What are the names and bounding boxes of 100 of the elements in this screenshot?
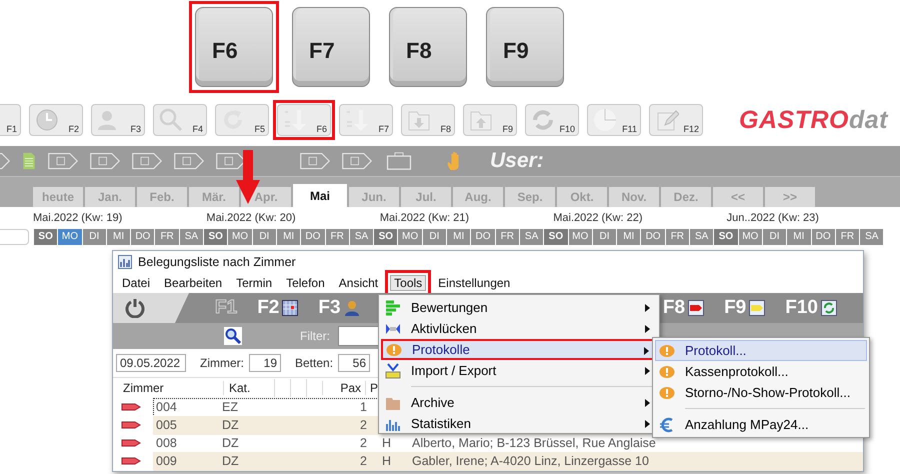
function-key-button[interactable]: F9 [724, 297, 766, 319]
tag-icon[interactable] [90, 152, 120, 170]
menu-item[interactable]: Protokoll... [655, 340, 867, 361]
month-tab[interactable]: Aug. [453, 187, 503, 207]
date-field[interactable]: 09.05.2022 [116, 354, 186, 372]
month-tab[interactable]: heute [33, 187, 83, 207]
toolbar-button[interactable]: F10 [521, 100, 583, 140]
day-header[interactable]: DO [812, 229, 835, 245]
month-tab[interactable]: Nov. [609, 187, 659, 207]
day-header[interactable]: SO [374, 229, 398, 245]
month-tab[interactable]: Jan. [85, 187, 135, 207]
menu-item[interactable]: Datei [115, 272, 158, 294]
toolbar-button[interactable]: F3 [87, 100, 149, 140]
day-header[interactable]: MI [106, 229, 130, 245]
day-header[interactable]: MO [228, 229, 252, 245]
toolbar-button[interactable]: F4 [149, 100, 211, 140]
week-label: Jun..2022 (Kw: 23) [726, 212, 820, 224]
month-tab[interactable]: Sep. [505, 187, 555, 207]
function-key-button[interactable]: F8 [662, 297, 704, 319]
month-tab[interactable]: Jun. [349, 187, 399, 207]
day-header[interactable]: DI [82, 229, 106, 245]
day-header[interactable]: SO [544, 229, 568, 245]
day-header[interactable]: FR [326, 229, 349, 245]
day-header[interactable]: FR [666, 229, 690, 245]
day-header[interactable]: DO [471, 229, 495, 245]
tag-icon[interactable] [216, 152, 246, 170]
menu-item[interactable]: Ansicht [332, 272, 386, 294]
toolbar-button[interactable]: F12 [645, 100, 707, 140]
toolbar-button[interactable]: F2 [25, 100, 87, 140]
day-header[interactable]: SA [180, 229, 204, 245]
toolbar-button[interactable]: F6 [273, 100, 335, 140]
month-tab[interactable]: Okt. [557, 187, 607, 207]
month-tab[interactable]: Mär. [189, 187, 239, 207]
search-icon[interactable] [224, 327, 242, 345]
tag-icon[interactable] [132, 152, 162, 170]
toolbar-button[interactable]: F8 [397, 100, 459, 140]
day-header[interactable]: SO [204, 229, 228, 245]
menu-item[interactable]: Aktivlücken [381, 318, 657, 339]
day-header[interactable]: SA [350, 229, 374, 245]
toolbar-button[interactable]: F9 [459, 100, 521, 140]
day-header[interactable]: MO [738, 229, 762, 245]
toolbar-button[interactable]: F5 [211, 100, 273, 140]
menu-item[interactable]: Einstellungen [431, 272, 518, 294]
day-header[interactable]: DO [301, 229, 325, 245]
day-header[interactable]: MO [58, 229, 82, 245]
document-icon[interactable] [22, 152, 36, 170]
menu-item[interactable]: Termin [229, 272, 280, 294]
day-header[interactable]: MI [447, 229, 470, 245]
table-cell-text: 004 [155, 400, 178, 414]
day-header[interactable]: MI [787, 229, 810, 245]
month-tab[interactable]: Feb. [137, 187, 187, 207]
column-header[interactable]: Pax [322, 381, 365, 395]
tag-icon[interactable] [342, 152, 372, 170]
keyboard-key[interactable]: F6 [189, 1, 279, 93]
function-key-button[interactable]: F10 [785, 297, 837, 319]
day-header[interactable]: DI [592, 229, 616, 245]
toolbar-button[interactable]: F7 [335, 100, 397, 140]
day-header[interactable]: MI [276, 229, 300, 245]
day-header[interactable]: DO [131, 229, 154, 245]
briefcase-icon[interactable] [384, 152, 414, 170]
keyboard-key[interactable]: F9 [480, 1, 570, 93]
month-tab[interactable]: << [713, 187, 763, 207]
month-tab[interactable]: Mai [293, 184, 347, 207]
day-header[interactable]: DI [252, 229, 276, 245]
tag-icon[interactable] [300, 152, 330, 170]
day-header[interactable]: MI [617, 229, 640, 245]
refresh-icon [821, 300, 837, 316]
tag-icon[interactable] [174, 152, 204, 170]
day-header[interactable]: MO [398, 229, 422, 245]
day-header[interactable]: MO [568, 229, 592, 245]
day-header[interactable]: FR [155, 229, 179, 245]
calendar-handle[interactable] [0, 229, 29, 245]
month-tab[interactable]: Dez. [661, 187, 711, 207]
day-header[interactable]: SO [34, 229, 58, 245]
menu-item[interactable]: Bearbeiten [157, 272, 230, 294]
day-header[interactable]: DI [762, 229, 786, 245]
day-header[interactable]: DO [641, 229, 665, 245]
day-header[interactable]: DI [422, 229, 446, 245]
keyboard-key[interactable]: F7 [286, 1, 376, 93]
month-tab[interactable]: Jul. [401, 187, 451, 207]
column-header[interactable]: Kat. [223, 381, 274, 395]
menu-item[interactable]: Kassenprotokoll... [655, 361, 867, 382]
menu-item[interactable]: Anzahlung MPay24... [655, 414, 867, 435]
day-header[interactable]: FR [836, 229, 860, 245]
column-header[interactable]: Zimmer [113, 381, 223, 395]
day-header[interactable]: SA [520, 229, 544, 245]
function-key-button[interactable]: F3 [318, 297, 360, 319]
month-tab[interactable]: >> [765, 187, 815, 207]
menu-item[interactable]: Bewertungen [381, 297, 657, 318]
power-icon[interactable] [125, 298, 145, 318]
menu-item[interactable]: Telefon [279, 272, 332, 294]
day-header[interactable]: SA [690, 229, 714, 245]
day-header[interactable]: SO [714, 229, 738, 245]
function-key-button[interactable]: F2 [257, 297, 298, 319]
day-header[interactable]: FR [496, 229, 519, 245]
toolbar-button[interactable]: F11 [583, 100, 645, 140]
menu-item[interactable]: Storno-/No-Show-Protokoll... [655, 382, 867, 403]
keyboard-key[interactable]: F8 [383, 1, 473, 93]
day-header[interactable]: SA [860, 229, 884, 245]
tag-icon[interactable] [48, 152, 78, 170]
